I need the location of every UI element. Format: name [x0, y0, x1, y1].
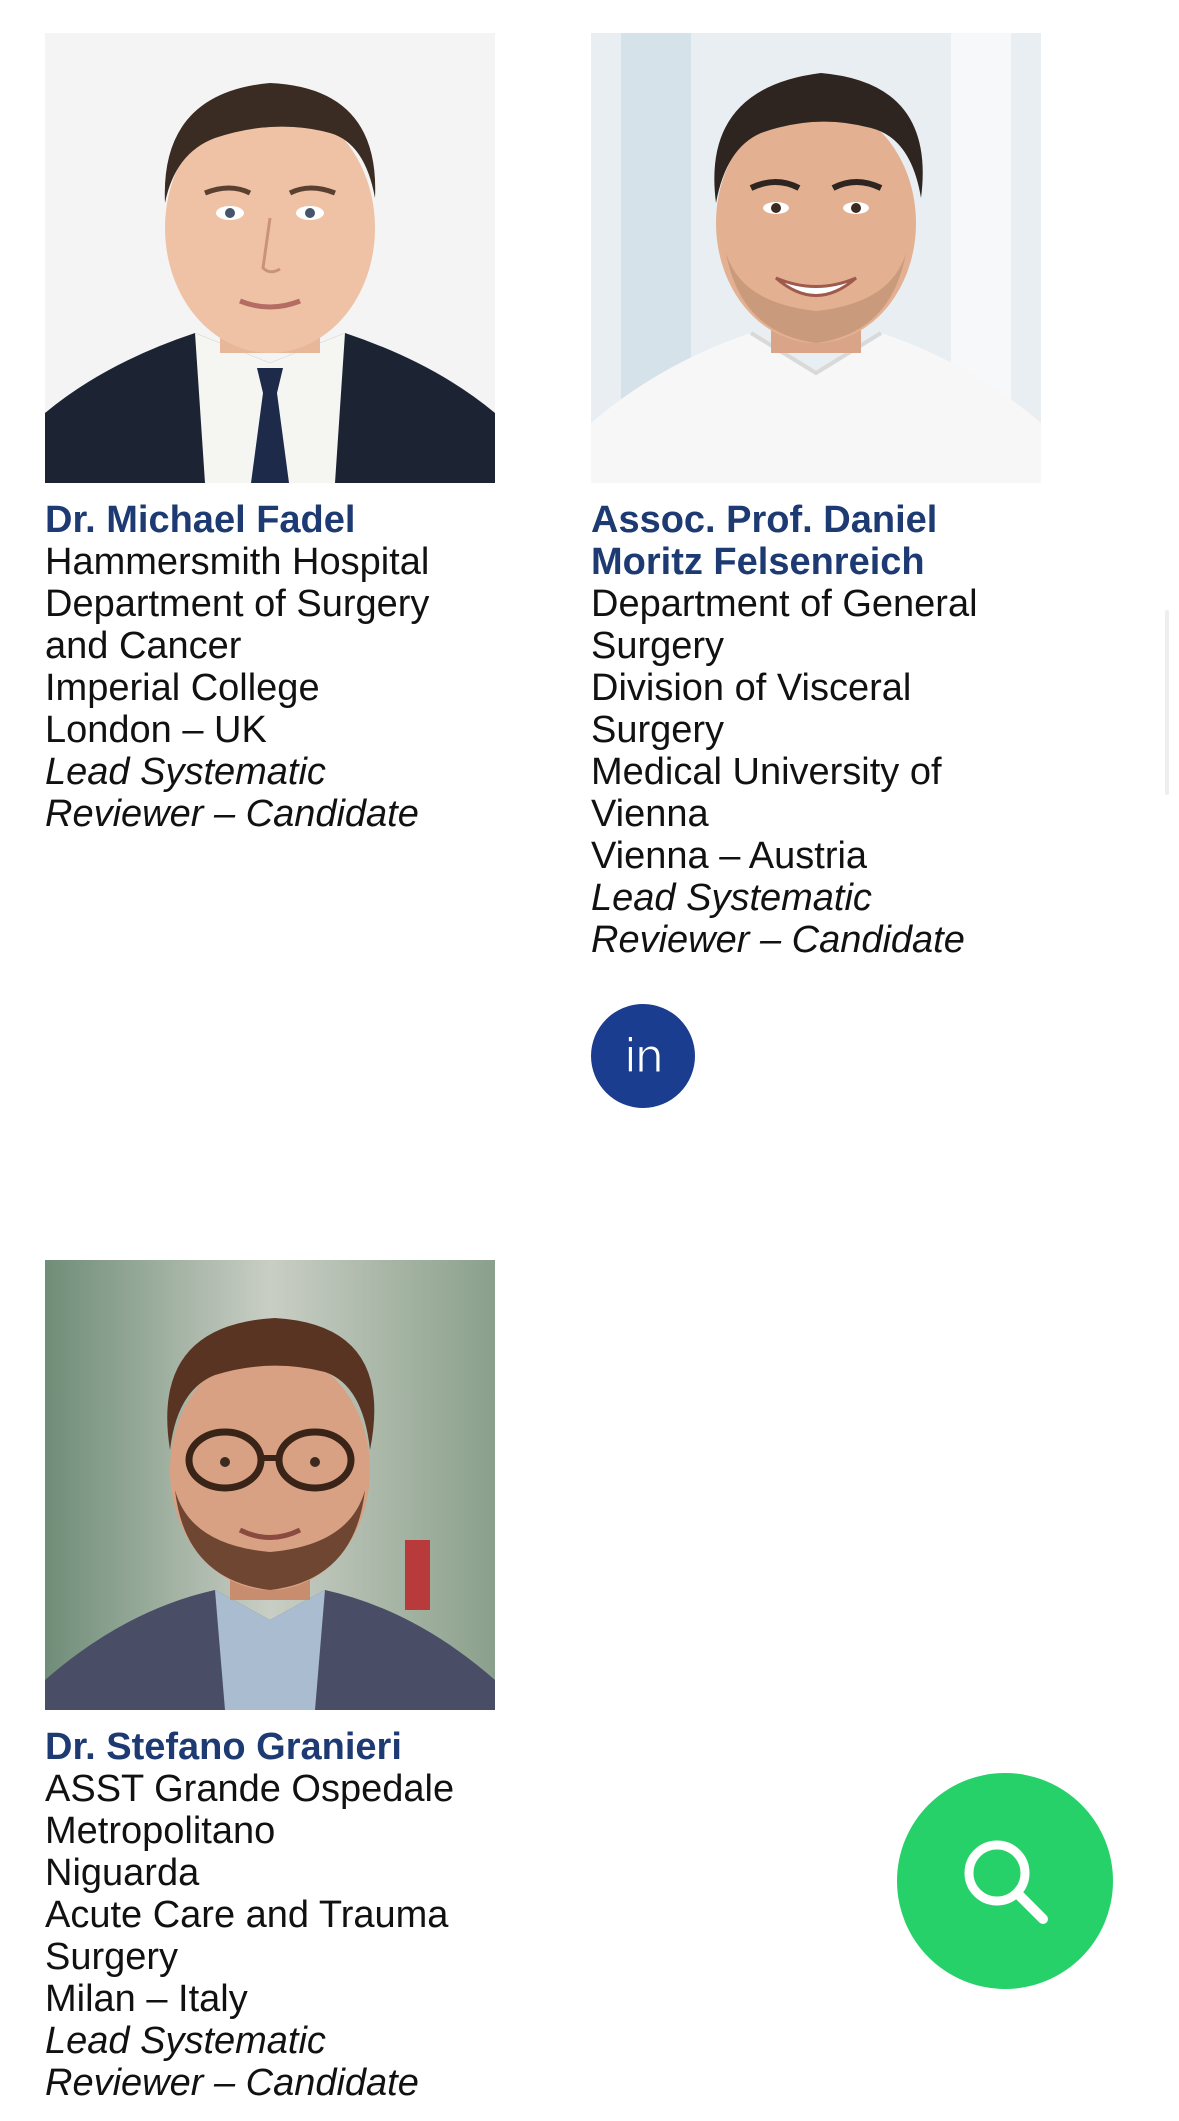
member-affiliation: Department of Surgery: [45, 583, 430, 625]
team-member-card: Dr. Stefano Granieri ASST Grande Ospedal…: [45, 1260, 585, 2104]
search-button[interactable]: [897, 1773, 1113, 1989]
member-location: Vienna – Austria: [591, 835, 868, 877]
member-location: London – UK: [45, 709, 267, 751]
member-affiliation: Niguarda: [45, 1852, 200, 1894]
member-photo-stefano-granieri: [45, 1260, 495, 1710]
member-name: Assoc. Prof. Daniel: [591, 499, 938, 541]
member-photo-michael-fadel: [45, 33, 495, 483]
search-icon: [964, 1840, 1048, 1924]
member-affiliation: Acute Care and Trauma: [45, 1894, 449, 1936]
member-name: Moritz Felsenreich: [591, 541, 925, 583]
linkedin-icon: in: [624, 1029, 665, 1084]
member-affiliation: Imperial College: [45, 667, 320, 709]
member-affiliation: Department of General: [591, 583, 978, 625]
member-affiliation: Metropolitano: [45, 1810, 276, 1852]
member-role: Reviewer – Candidate: [45, 2062, 419, 2104]
member-role: Lead Systematic: [591, 877, 872, 919]
member-affiliation: Division of Visceral: [591, 667, 912, 709]
member-affiliation: and Cancer: [45, 625, 242, 667]
member-affiliation: Surgery: [45, 1936, 179, 1978]
linkedin-button[interactable]: in: [591, 1004, 695, 1108]
member-name: Dr. Michael Fadel: [45, 499, 356, 541]
member-affiliation: ASST Grande Ospedale: [45, 1768, 455, 1810]
team-member-card: Dr. Michael Fadel Hammersmith Hospital D…: [45, 33, 585, 835]
member-affiliation: Surgery: [591, 709, 725, 751]
member-role: Reviewer – Candidate: [45, 793, 419, 835]
member-role: Lead Systematic: [45, 751, 326, 793]
member-affiliation: Vienna: [591, 793, 709, 835]
member-name: Dr. Stefano Granieri: [45, 1726, 402, 1768]
member-affiliation: Medical University of: [591, 751, 942, 793]
member-affiliation: Hammersmith Hospital: [45, 541, 430, 583]
team-member-card: Assoc. Prof. Daniel Moritz Felsenreich D…: [591, 33, 1131, 961]
scrollbar[interactable]: [1165, 610, 1169, 795]
member-location: Milan – Italy: [45, 1978, 248, 2020]
member-role: Lead Systematic: [45, 2020, 326, 2062]
member-role: Reviewer – Candidate: [591, 919, 965, 961]
member-photo-daniel-felsenreich: [591, 33, 1041, 483]
member-affiliation: Surgery: [591, 625, 725, 667]
